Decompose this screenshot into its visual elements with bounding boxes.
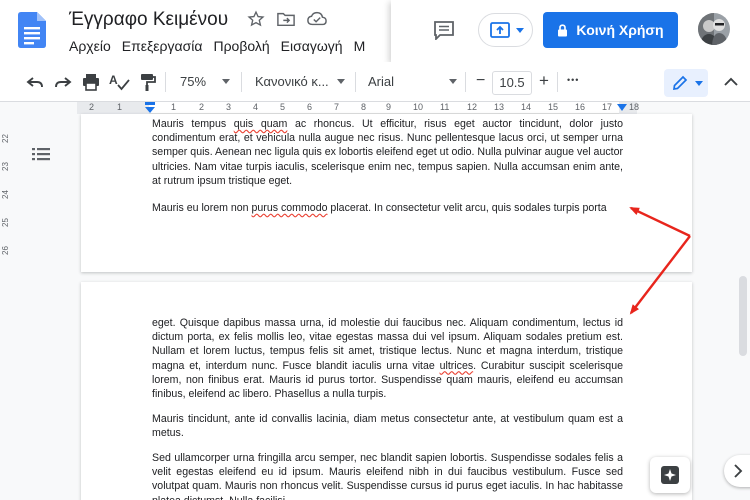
ruler-number: 3 [226,102,232,112]
editing-mode-button[interactable] [664,69,708,97]
misspelled-word[interactable]: ultrices [440,360,474,372]
ruler-left-margin [77,102,149,114]
docs-window: Έγγραφο Κειμένου Αρχείο Επεξεργασία Προβολ… [0,0,750,500]
ruler-number: 5 [280,102,286,112]
text-run: Mauris tincidunt, ante id convallis laci… [152,413,623,440]
avatar-image [698,13,730,45]
document-outline-icon[interactable] [31,146,51,164]
page-1-paragraph-2[interactable]: Mauris eu lorem non purus commodo placer… [152,201,623,215]
menu-format[interactable]: Μ [354,38,366,54]
font-select[interactable]: Arial [368,74,394,89]
ruler-number: 1 [117,102,123,112]
page-2-paragraph-2[interactable]: Mauris tincidunt, ante id convallis laci… [152,412,623,440]
page-2-paragraph-1[interactable]: eget. Quisque dapibus massa urna, id mol… [152,316,623,401]
ruler-number: 12 [467,102,478,112]
redo-icon[interactable] [53,72,73,92]
vertical-ruler-number: 23 [0,162,10,171]
more-options-button[interactable]: ••• [567,75,579,85]
document-page-1[interactable]: Mauris tempus quis quam ac rhoncus. Ut e… [81,114,692,272]
toolbar-divider [165,72,166,92]
paint-format-icon[interactable] [138,72,158,92]
chevron-down-icon [695,81,703,86]
menu-insert[interactable]: Εισαγωγή [281,38,343,54]
ruler-number: 11 [440,102,450,112]
chevron-down-icon [516,28,524,33]
google-docs-logo-icon[interactable] [18,12,46,48]
misspelled-word[interactable]: quis quam [234,118,288,130]
text-run: Sed ullamcorper urna fringilla arcu semp… [152,452,623,500]
lock-icon [558,23,568,36]
present-button[interactable] [478,13,533,47]
undo-icon[interactable] [25,72,45,92]
paragraph-style-select[interactable]: Κανονικό κ... [255,74,329,89]
ruler-number: 18 [629,102,640,112]
text-run: Mauris eu lorem non [152,202,252,214]
avatar[interactable] [698,13,730,45]
explore-sparkle-icon [661,466,679,484]
vertical-ruler-number: 25 [0,218,10,227]
chevron-right-icon [734,464,743,478]
menu-edit[interactable]: Επεξεργασία [122,38,203,54]
svg-text:A: A [109,73,118,87]
page-2-paragraph-3[interactable]: Sed ullamcorper urna fringilla arcu semp… [152,451,623,500]
ruler-number: 2 [89,102,95,112]
ruler-number: 6 [307,102,313,112]
font-size-input[interactable]: 10.5 [492,71,532,95]
style-chevron-down-icon[interactable] [337,79,345,84]
pencil-icon [672,75,688,91]
menu-file[interactable]: Αρχείο [69,38,111,54]
ruler-number: 10 [413,102,424,112]
toolbar-divider [355,72,356,92]
text-run: placerat. In consectetur velit arcu, qui… [327,202,607,214]
decrease-font-size-button[interactable]: − [476,72,485,90]
vertical-ruler-number: 24 [0,190,10,199]
star-icon[interactable] [247,10,265,28]
ruler-number: 15 [548,102,559,112]
page-1-paragraph-1[interactable]: Mauris tempus quis quam ac rhoncus. Ut e… [152,117,623,188]
spelling-check-icon[interactable]: A [108,72,130,92]
increase-font-size-button[interactable]: + [539,71,549,91]
zoom-chevron-down-icon[interactable] [222,79,230,84]
explore-button[interactable] [650,457,690,493]
scrollbar-thumb[interactable] [739,276,747,356]
toolbar-divider [465,72,466,92]
move-to-folder-icon[interactable] [277,11,295,27]
toolbar-divider [557,72,558,92]
ruler-number: 2 [199,102,205,112]
right-indent-marker-icon[interactable] [617,102,627,114]
vertical-ruler-number: 22 [0,134,10,143]
ruler-number: 7 [334,102,340,112]
comments-icon[interactable] [433,20,455,40]
side-panel-toggle-button[interactable] [724,455,750,487]
ruler-number: 14 [521,102,532,112]
vertical-ruler[interactable]: 22 23 24 25 26 [0,114,12,274]
ruler-number: 8 [361,102,367,112]
font-chevron-down-icon[interactable] [449,79,457,84]
ruler-number: 16 [575,102,586,112]
menu-view[interactable]: Προβολή [213,38,269,54]
toolbar: A 75% Κανονικό κ... Arial − 10.5 + ••• [0,62,750,102]
collapse-toolbar-icon[interactable] [722,72,740,92]
cloud-saved-icon[interactable] [307,10,327,28]
ruler-number: 1 [171,102,177,112]
present-icon [490,22,510,38]
misspelled-word[interactable]: purus commodo [252,202,328,214]
toolbar-divider [241,72,242,92]
ruler-number: 17 [602,102,613,112]
left-indent-marker-icon[interactable] [145,102,155,114]
document-page-2[interactable]: eget. Quisque dapibus massa urna, id mol… [81,282,692,500]
share-button-label: Κοινή Χρήση [576,22,664,38]
zoom-select[interactable]: 75% [180,74,206,89]
ruler-number: 9 [386,102,392,112]
share-button[interactable]: Κοινή Χρήση [543,12,678,48]
print-icon[interactable] [81,72,101,92]
horizontal-ruler[interactable]: 2 1 1 2 3 4 5 6 7 8 9 10 11 12 13 14 15 … [77,102,640,114]
text-run: Mauris tempus [152,118,234,130]
menu-bar: Αρχείο Επεξεργασία Προβολή Εισαγωγή Μ [69,38,391,58]
document-title[interactable]: Έγγραφο Κειμένου [69,9,228,31]
ruler-number: 13 [494,102,505,112]
vertical-ruler-number: 26 [0,246,10,255]
ruler-number: 4 [253,102,259,112]
header: Έγγραφο Κειμένου Αρχείο Επεξεργασία Προβολ… [0,0,750,62]
